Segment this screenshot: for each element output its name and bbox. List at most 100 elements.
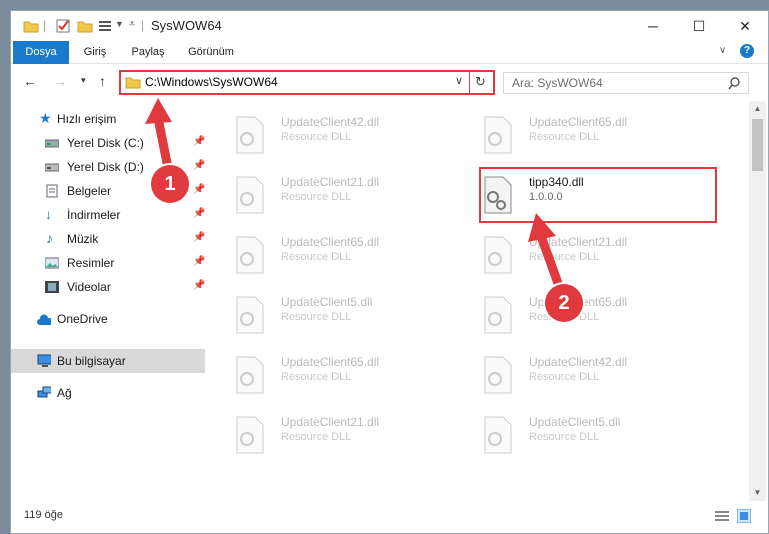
vertical-scrollbar[interactable]: ▲ ▼ [749, 101, 766, 501]
address-dropdown-icon[interactable]: ∨ [455, 74, 463, 87]
sidebar-item-label: Resimler [67, 256, 115, 270]
file-name: UpdateClient42.dll [281, 115, 380, 129]
scroll-down-icon[interactable]: ▼ [749, 485, 766, 501]
file-name: UpdateClient65.dll [281, 355, 380, 369]
up-arrow-icon[interactable]: ↑ [99, 73, 106, 89]
chevron-down-icon[interactable]: ▼ [115, 19, 124, 35]
file-type: Resource DLL [281, 311, 352, 323]
computer-icon [37, 354, 51, 367]
maximize-button[interactable]: ☐ [676, 11, 722, 41]
dll-file-icon [236, 176, 264, 214]
tab-home[interactable]: Giriş [75, 41, 115, 64]
file-item[interactable]: UpdateClient5.dll Resource DLL [211, 289, 447, 345]
sidebar-item-label: Yerel Disk (C:) [67, 136, 144, 150]
sidebar-item-onedrive[interactable]: OneDrive [11, 307, 205, 331]
drive-icon [45, 139, 59, 148]
navigation-bar: ← → ▾ ↑ C:\Windows\SysWOW64 ∨ ↻ Ara: Sys… [11, 65, 768, 99]
properties-icon[interactable] [55, 18, 71, 34]
documents-icon [46, 184, 58, 198]
file-type: Resource DLL [281, 371, 352, 383]
minimize-button[interactable]: ─ [630, 11, 676, 41]
sidebar-item-label: Müzik [67, 232, 99, 246]
sidebar-item-videos[interactable]: Videolar 📌 [11, 275, 205, 299]
pin-icon[interactable]: 📌 [193, 136, 205, 147]
sidebar-item-label: OneDrive [57, 312, 108, 326]
dll-file-icon [484, 296, 512, 334]
sidebar-item-downloads[interactable]: ↓ İndirmeler 📌 [11, 203, 205, 227]
sidebar-item-this-pc[interactable]: Bu bilgisayar [11, 349, 205, 373]
tab-view[interactable]: Görünüm [181, 41, 241, 64]
download-icon: ↓ [45, 206, 52, 222]
item-count: 119 öğe [24, 509, 63, 521]
help-icon[interactable]: ? [740, 44, 754, 58]
large-icons-view-icon[interactable] [737, 509, 751, 523]
new-folder-icon[interactable] [77, 18, 93, 34]
search-icon[interactable] [728, 77, 741, 90]
forward-arrow-icon[interactable]: → [53, 73, 67, 89]
dll-file-icon [236, 236, 264, 274]
file-item[interactable]: UpdateClient21.dll Resource DLL [211, 169, 447, 225]
file-item[interactable]: UpdateClient21.dll Resource DLL [459, 229, 695, 285]
file-type: Resource DLL [281, 131, 352, 143]
window-title: SysWOW64 [151, 18, 222, 33]
sidebar-item-pictures[interactable]: Resimler 📌 [11, 251, 205, 275]
pin-icon[interactable]: 📌 [193, 184, 205, 195]
view-menu-icon[interactable] [97, 18, 113, 34]
file-type: Resource DLL [281, 431, 352, 443]
customize-toolbar-icon[interactable]: ⩡ [129, 18, 135, 34]
search-field[interactable]: Ara: SysWOW64 [503, 72, 749, 94]
pin-icon[interactable]: 📌 [193, 160, 205, 171]
file-item[interactable]: UpdateClient42.dll Resource DLL [459, 349, 695, 405]
cloud-icon [37, 314, 51, 325]
file-item[interactable]: UpdateClient65.dll Resource DLL [211, 229, 447, 285]
sidebar-item-local-disk-c[interactable]: Yerel Disk (C:) 📌 [11, 131, 205, 155]
separator: | [43, 18, 47, 32]
title-bar: | ▼ ⩡ | SysWOW64 ─ ☐ ✕ [11, 11, 768, 41]
pin-icon[interactable]: 📌 [193, 280, 205, 291]
search-placeholder[interactable]: Ara: SysWOW64 [512, 76, 603, 90]
pin-icon[interactable]: 📌 [193, 232, 205, 243]
music-icon: ♪ [46, 230, 53, 246]
sidebar-item-label: Videolar [67, 280, 111, 294]
expand-ribbon-icon[interactable]: ∨ [719, 45, 726, 56]
sidebar-item-label: Yerel Disk (D:) [67, 160, 144, 174]
sidebar-item-network[interactable]: Ağ [11, 381, 205, 405]
file-item[interactable]: UpdateClient42.dll Resource DLL [211, 109, 447, 165]
details-view-icon[interactable] [715, 510, 729, 522]
sidebar-item-label: Bu bilgisayar [57, 354, 126, 368]
file-name: UpdateClient5.dll [529, 415, 621, 429]
refresh-icon[interactable]: ↻ [475, 74, 486, 90]
file-name: UpdateClient21.dll [281, 415, 380, 429]
dll-file-icon [484, 356, 512, 394]
pin-icon[interactable]: 📌 [193, 208, 205, 219]
dll-file-icon [484, 416, 512, 454]
callout-1: 1 [151, 165, 189, 203]
close-button[interactable]: ✕ [722, 11, 768, 41]
scroll-up-icon[interactable]: ▲ [749, 101, 766, 117]
file-item[interactable]: UpdateClient65.dll Resource DLL [211, 349, 447, 405]
scrollbar-thumb[interactable] [752, 119, 763, 171]
videos-icon [45, 281, 59, 293]
file-name: UpdateClient42.dll [529, 355, 628, 369]
file-item[interactable]: UpdateClient5.dll Resource DLL [459, 409, 695, 465]
file-name: UpdateClient21.dll [281, 175, 380, 189]
file-item[interactable]: UpdateClient21.dll Resource DLL [211, 409, 447, 465]
address-bar[interactable]: C:\Windows\SysWOW64 ∨ ↻ [119, 70, 495, 95]
explorer-window: | ▼ ⩡ | SysWOW64 ─ ☐ ✕ Dosya Giriş Payla… [10, 10, 769, 534]
sidebar-item-music[interactable]: ♪ Müzik 📌 [11, 227, 205, 251]
star-icon: ★ [39, 110, 52, 126]
separator: | [141, 18, 145, 32]
navigation-pane: ★ Hızlı erişim Yerel Disk (C:) 📌 Yerel D… [11, 101, 207, 501]
drive-icon [45, 163, 59, 172]
tab-share[interactable]: Paylaş [125, 41, 171, 64]
recent-locations-icon[interactable]: ▾ [81, 75, 86, 86]
sidebar-item-label: Ağ [57, 386, 72, 400]
status-bar: 119 öğe [11, 501, 768, 531]
back-arrow-icon[interactable]: ← [23, 73, 37, 89]
address-path[interactable]: C:\Windows\SysWOW64 [145, 75, 278, 89]
sidebar-item-quick-access[interactable]: ★ Hızlı erişim [11, 107, 205, 131]
dll-file-icon [236, 116, 264, 154]
tab-file[interactable]: Dosya [13, 41, 69, 64]
file-item[interactable]: UpdateClient65.dll Resource DLL [459, 109, 695, 165]
pin-icon[interactable]: 📌 [193, 256, 205, 267]
